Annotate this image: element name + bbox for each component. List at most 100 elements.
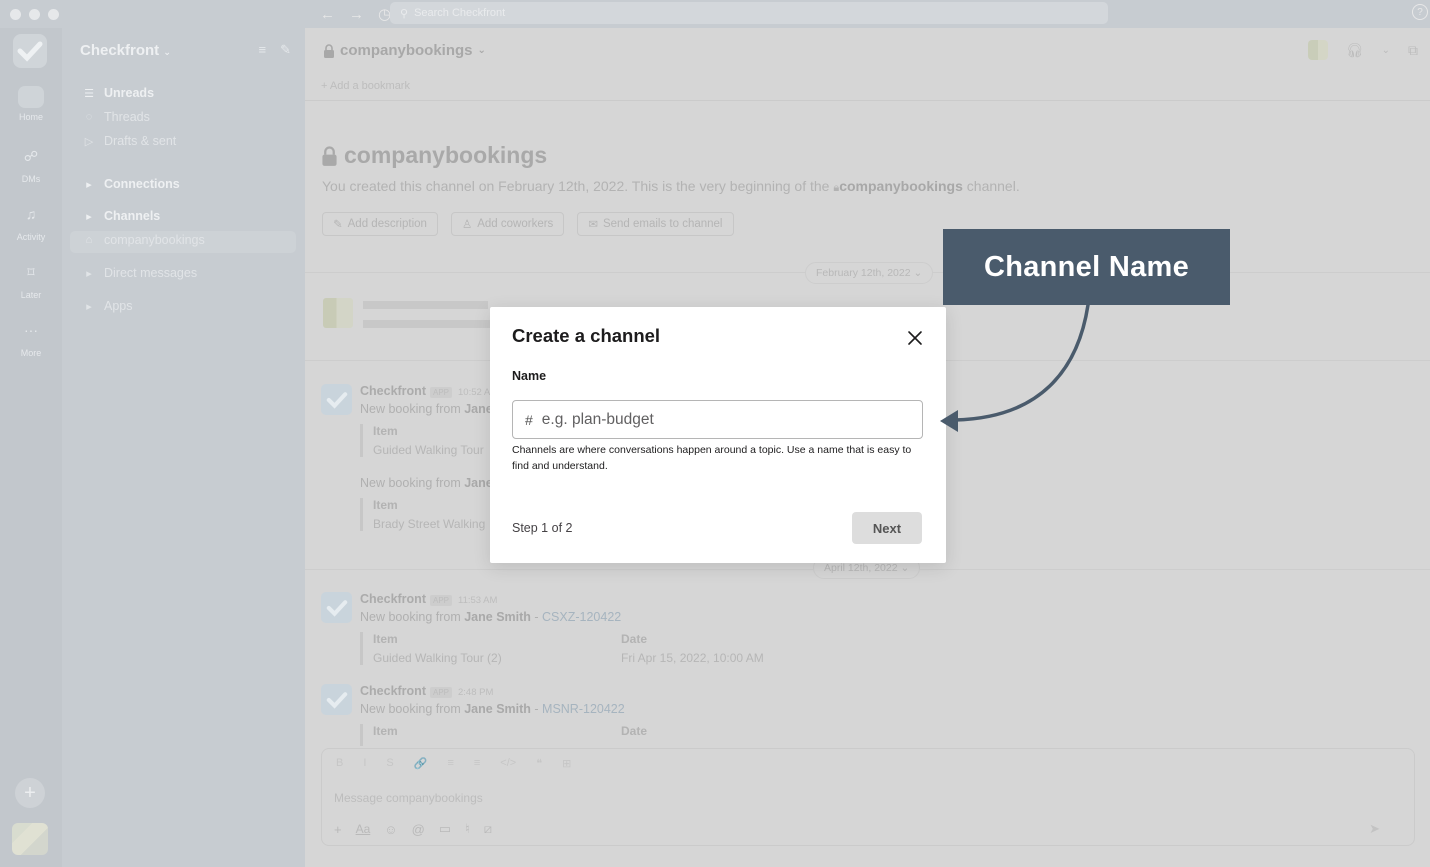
channel-name-input[interactable] bbox=[541, 410, 892, 429]
message-attachment: Item Brady Street Walking bbox=[360, 498, 485, 531]
close-window-button[interactable] bbox=[10, 8, 21, 20]
forward-arrow-icon[interactable]: → bbox=[349, 6, 364, 23]
sender-name[interactable]: Checkfront bbox=[360, 592, 426, 606]
message-attachment: Item Guided Walking Tour (2) Date Fri Ap… bbox=[360, 632, 764, 665]
search-icon: ⚲ bbox=[400, 7, 409, 20]
blurred-text bbox=[363, 301, 488, 309]
workspace-name[interactable]: Checkfront ⌄ bbox=[80, 42, 171, 59]
checkmark-icon bbox=[326, 391, 347, 409]
channel-name-field[interactable]: # bbox=[512, 400, 923, 439]
sidebar-item-unreads[interactable]: ☰ Unreads bbox=[82, 86, 154, 100]
checkmark-icon bbox=[326, 691, 347, 709]
code-block-icon[interactable]: ⊞ bbox=[562, 757, 571, 770]
channel-header-name[interactable]: companybookings ⌄ bbox=[323, 42, 486, 59]
add-coworkers-button[interactable]: ♙ Add coworkers bbox=[450, 212, 565, 236]
sender-name[interactable]: Checkfront bbox=[360, 384, 426, 398]
add-workspace-button[interactable]: + bbox=[15, 778, 45, 808]
more-icon: ··· bbox=[24, 322, 38, 338]
checkmark-logo-icon bbox=[17, 41, 43, 62]
plus-icon[interactable]: + bbox=[334, 822, 342, 837]
message-text: New booking from Jane bbox=[360, 476, 493, 490]
rail-item-more[interactable]: ··· More bbox=[0, 322, 62, 358]
date-pill[interactable]: February 12th, 2022 ⌄ bbox=[805, 262, 934, 284]
back-arrow-icon[interactable]: ← bbox=[320, 6, 335, 23]
canvas-icon[interactable]: ⧉ bbox=[1408, 42, 1418, 59]
rail-item-home[interactable]: Home bbox=[0, 86, 62, 122]
add-description-button[interactable]: ✎ Add description bbox=[322, 212, 438, 236]
message-input-placeholder[interactable]: Message companybookings bbox=[334, 791, 483, 805]
workspace-logo[interactable] bbox=[13, 34, 47, 68]
compose-icon[interactable]: ✎ bbox=[280, 42, 291, 58]
step-indicator: Step 1 of 2 bbox=[512, 521, 573, 535]
window-controls[interactable] bbox=[0, 8, 300, 20]
sidebar-section-channels[interactable]: ▸ Channels bbox=[82, 209, 160, 223]
sidebar-section-apps[interactable]: ▸ Apps bbox=[82, 299, 132, 313]
sidebar-item-threads[interactable]: ◌ Threads bbox=[82, 110, 150, 124]
close-icon[interactable] bbox=[906, 329, 924, 347]
add-bookmark-link[interactable]: + Add a bookmark bbox=[321, 80, 410, 92]
rail-item-later[interactable]: ⌑ Later bbox=[0, 264, 62, 300]
app-badge: APP bbox=[429, 687, 452, 698]
user-avatar[interactable] bbox=[12, 823, 48, 855]
message-text: New booking from Jane bbox=[360, 402, 493, 416]
message-composer[interactable]: B I S 🔗 ≡ ≡ </> ❝ ⊞ Message companybooki… bbox=[321, 748, 1415, 846]
video-icon[interactable]: ▭ bbox=[439, 821, 451, 837]
sender-name[interactable]: Checkfront bbox=[360, 684, 426, 698]
lock-icon: ⌂ bbox=[85, 234, 93, 246]
message-time[interactable]: 2:48 PM bbox=[458, 687, 493, 698]
create-channel-modal: Create a channel Name # Channels are whe… bbox=[490, 307, 946, 563]
channel-name-helper-text: Channels are where conversations happen … bbox=[512, 444, 912, 472]
send-icon[interactable]: ➤ bbox=[1369, 821, 1380, 837]
search-bar[interactable]: ⚲ Search Checkfront bbox=[390, 2, 1108, 24]
send-emails-button[interactable]: ✉ Send emails to channel bbox=[577, 212, 734, 236]
bell-icon: ♫ bbox=[25, 206, 37, 222]
headphones-icon[interactable]: 🎧︎ bbox=[1346, 42, 1364, 59]
chevron-down-icon[interactable]: ⌄ bbox=[1382, 45, 1390, 56]
rail-item-activity[interactable]: ♫ Activity bbox=[0, 206, 62, 242]
filter-icon[interactable]: ≡ bbox=[259, 42, 267, 58]
message-time[interactable]: 10:52 A bbox=[458, 387, 490, 398]
quote-icon[interactable]: ❝ bbox=[536, 757, 542, 770]
checkfront-app-avatar[interactable] bbox=[321, 684, 352, 715]
mention-icon[interactable]: @ bbox=[412, 822, 425, 837]
sidebar-section-direct-messages[interactable]: ▸ Direct messages bbox=[82, 266, 197, 280]
italic-icon[interactable]: I bbox=[363, 757, 366, 770]
checkfront-app-avatar[interactable] bbox=[321, 592, 352, 623]
minimize-window-button[interactable] bbox=[29, 8, 40, 20]
slash-command-icon[interactable]: ⧄ bbox=[484, 821, 492, 837]
member-avatar[interactable] bbox=[1307, 40, 1328, 60]
app-badge: APP bbox=[429, 595, 452, 606]
sidebar-item-drafts[interactable]: ▷ Drafts & sent bbox=[82, 134, 176, 148]
sidebar-item-companybookings[interactable]: ⌂ companybookings bbox=[82, 233, 205, 247]
sidebar-section-connections[interactable]: ▸ Connections bbox=[82, 177, 179, 191]
booking-code-link[interactable]: MSNR-120422 bbox=[542, 702, 625, 716]
microphone-icon[interactable]: ♮ bbox=[465, 821, 470, 837]
email-icon: ✉ bbox=[588, 219, 598, 231]
pencil-icon: ✎ bbox=[333, 219, 343, 231]
next-button[interactable]: Next bbox=[852, 512, 922, 544]
code-icon[interactable]: </> bbox=[500, 757, 516, 770]
rail-item-dms[interactable]: ☍ DMs bbox=[0, 148, 62, 184]
maximize-window-button[interactable] bbox=[48, 8, 59, 20]
checkmark-icon bbox=[326, 599, 347, 617]
strikethrough-icon[interactable]: S bbox=[386, 757, 393, 770]
booking-code-link[interactable]: CSXZ-120422 bbox=[542, 610, 621, 624]
bullet-list-icon[interactable]: ≡ bbox=[474, 757, 480, 770]
message-attachment: Item Guided Walking Tour bbox=[360, 424, 484, 457]
format-toolbar: B I S 🔗 ≡ ≡ </> ❝ ⊞ bbox=[336, 757, 571, 770]
checkfront-app-avatar[interactable] bbox=[321, 384, 352, 415]
bold-icon[interactable]: B bbox=[336, 757, 343, 770]
unreads-icon: ☰ bbox=[84, 87, 94, 100]
help-icon[interactable]: ? bbox=[1412, 4, 1428, 20]
ordered-list-icon[interactable]: ≡ bbox=[447, 757, 453, 770]
emoji-icon[interactable]: ☺ bbox=[384, 822, 397, 837]
channel-sidebar: Checkfront ⌄ ≡ ✎ ☰ Unreads ◌ Threads ▷ Draf… bbox=[62, 28, 305, 867]
message-attachment: Item Date bbox=[360, 724, 647, 746]
bookmark-icon: ⌑ bbox=[27, 264, 35, 280]
link-icon[interactable]: 🔗 bbox=[414, 757, 428, 770]
text-format-icon[interactable]: Aa bbox=[356, 822, 371, 836]
search-placeholder: Search Checkfront bbox=[414, 7, 506, 19]
person-icon: ♙ bbox=[461, 219, 473, 231]
channel-name-callout: Channel Name bbox=[943, 229, 1230, 305]
message-time[interactable]: 11:53 AM bbox=[458, 595, 497, 606]
